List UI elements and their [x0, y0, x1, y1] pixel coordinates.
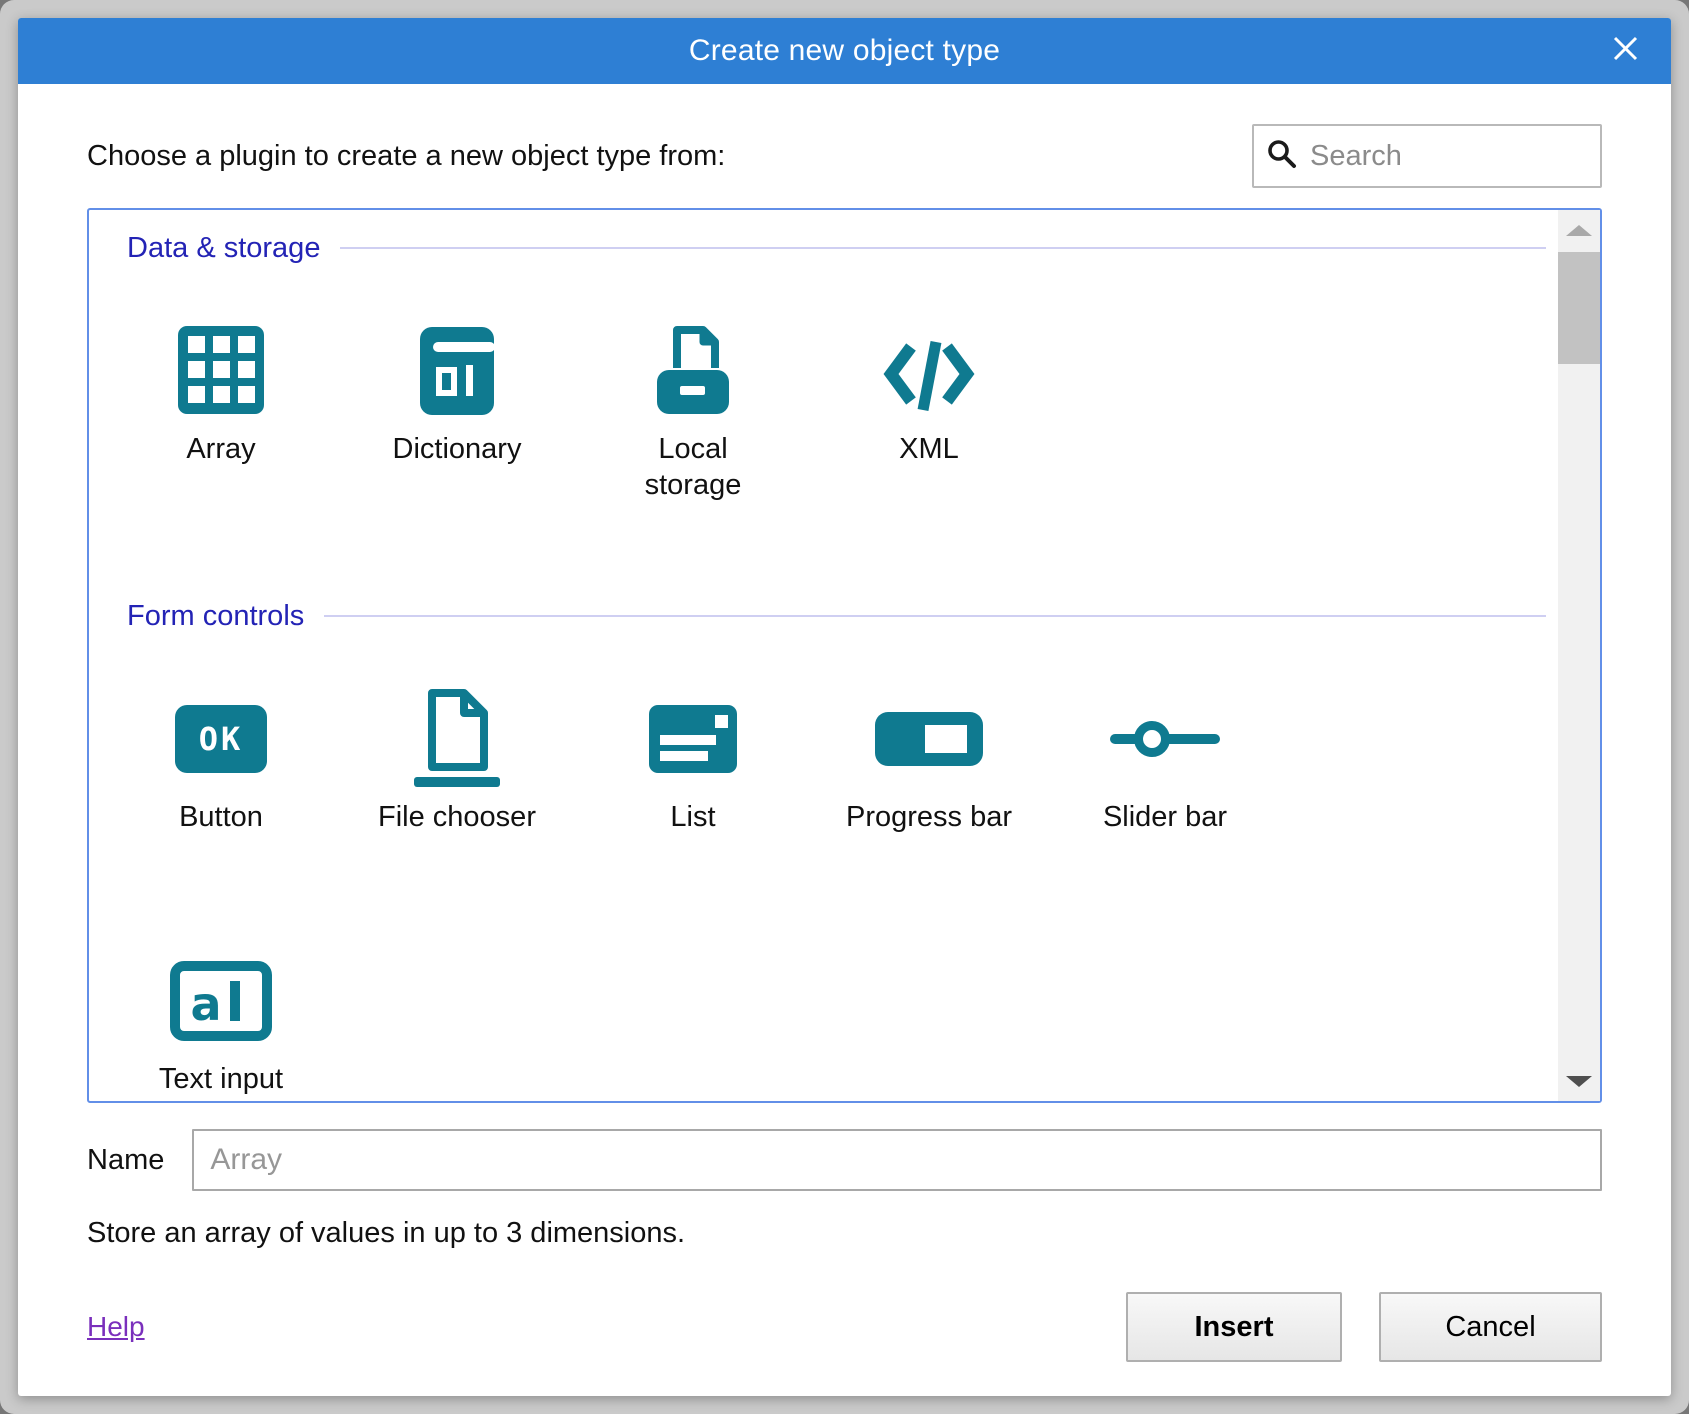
list-box-icon: [649, 693, 737, 785]
plugin-label: Progress bar: [846, 799, 1012, 835]
choose-plugin-prompt: Choose a plugin to create a new object t…: [87, 140, 725, 173]
svg-text:OK: OK: [199, 720, 244, 758]
dialog-footer: Help Insert Cancel: [87, 1292, 1602, 1362]
local-storage-drive-icon: [651, 325, 735, 417]
section-header-form-controls: Form controls: [127, 596, 1556, 636]
section-header-data-storage: Data & storage: [127, 228, 1556, 268]
plugin-label: Dictionary: [393, 431, 522, 467]
plugin-label: Array: [186, 431, 255, 467]
close-icon: [1612, 35, 1639, 67]
search-box[interactable]: [1252, 124, 1602, 188]
name-input[interactable]: [192, 1129, 1602, 1191]
plugin-item-xml[interactable]: XML: [879, 268, 979, 503]
button-ok-icon: OK: [175, 693, 267, 785]
dictionary-book-icon: [419, 325, 495, 417]
plugin-item-slider-bar[interactable]: Slider bar: [1103, 636, 1227, 835]
plugin-item-text-input[interactable]: a Text input: [159, 898, 283, 1097]
file-chooser-icon: [410, 693, 504, 785]
scroll-down-button[interactable]: [1558, 1061, 1600, 1101]
plugin-label: Slider bar: [1103, 799, 1227, 835]
plugin-list-content: Data & storage Array Dictionary Local st…: [89, 210, 1556, 1101]
section-label: Form controls: [127, 600, 304, 633]
plugin-item-progress-bar[interactable]: Progress bar: [846, 636, 1012, 835]
search-icon: [1266, 138, 1298, 175]
section-label: Data & storage: [127, 232, 320, 265]
plugin-label: XML: [899, 431, 959, 467]
plugin-item-array[interactable]: Array: [178, 268, 264, 503]
plugin-item-file-chooser[interactable]: File chooser: [378, 636, 536, 835]
plugin-item-list[interactable]: List: [649, 636, 737, 835]
plugin-item-button[interactable]: OK Button: [175, 636, 267, 835]
section-grid: Array Dictionary Local storage XML: [103, 268, 1556, 503]
svg-text:a: a: [190, 977, 221, 1031]
dialog-title: Create new object type: [689, 34, 1000, 68]
dialog-titlebar: Create new object type: [18, 18, 1671, 84]
close-button[interactable]: [1601, 18, 1649, 84]
section-grid: OK Button File chooser List Progress bar…: [103, 636, 1556, 1097]
section-rule: [340, 247, 1546, 249]
plugin-label: Button: [179, 799, 263, 835]
plugin-list: Data & storage Array Dictionary Local st…: [87, 208, 1602, 1103]
create-object-dialog: Create new object type Choose a plugin t…: [18, 18, 1671, 1396]
text-input-icon: a: [170, 955, 272, 1047]
plugin-label: Text input: [159, 1061, 283, 1097]
search-input[interactable]: [1308, 139, 1588, 174]
scroll-down-icon: [1566, 1076, 1592, 1087]
scrollbar-thumb[interactable]: [1558, 252, 1600, 364]
plugin-label: File chooser: [378, 799, 536, 835]
scroll-up-button[interactable]: [1558, 210, 1600, 250]
plugin-item-local-storage[interactable]: Local storage: [607, 268, 779, 503]
xml-code-icon: [879, 325, 979, 417]
plugin-section: Form controls OK Button File chooser Lis…: [103, 596, 1556, 1097]
help-link[interactable]: Help: [87, 1311, 145, 1343]
plugin-label: List: [670, 799, 715, 835]
scrollbar-track[interactable]: [1558, 210, 1600, 1101]
name-label: Name: [87, 1144, 164, 1177]
plugin-item-dictionary[interactable]: Dictionary: [393, 268, 522, 503]
name-row: Name: [87, 1129, 1602, 1191]
plugin-label: Local storage: [607, 431, 779, 503]
array-grid-icon: [178, 325, 264, 417]
slider-bar-icon: [1110, 693, 1220, 785]
insert-button[interactable]: Insert: [1126, 1292, 1342, 1362]
plugin-section: Data & storage Array Dictionary Local st…: [103, 228, 1556, 503]
progress-bar-icon: [875, 693, 983, 785]
prompt-row: Choose a plugin to create a new object t…: [87, 124, 1602, 188]
plugin-description: Store an array of values in up to 3 dime…: [87, 1217, 1602, 1250]
section-rule: [324, 615, 1546, 617]
scroll-up-icon: [1566, 225, 1592, 236]
screen-background: Create new object type Choose a plugin t…: [0, 0, 1689, 1414]
cancel-button[interactable]: Cancel: [1379, 1292, 1602, 1362]
